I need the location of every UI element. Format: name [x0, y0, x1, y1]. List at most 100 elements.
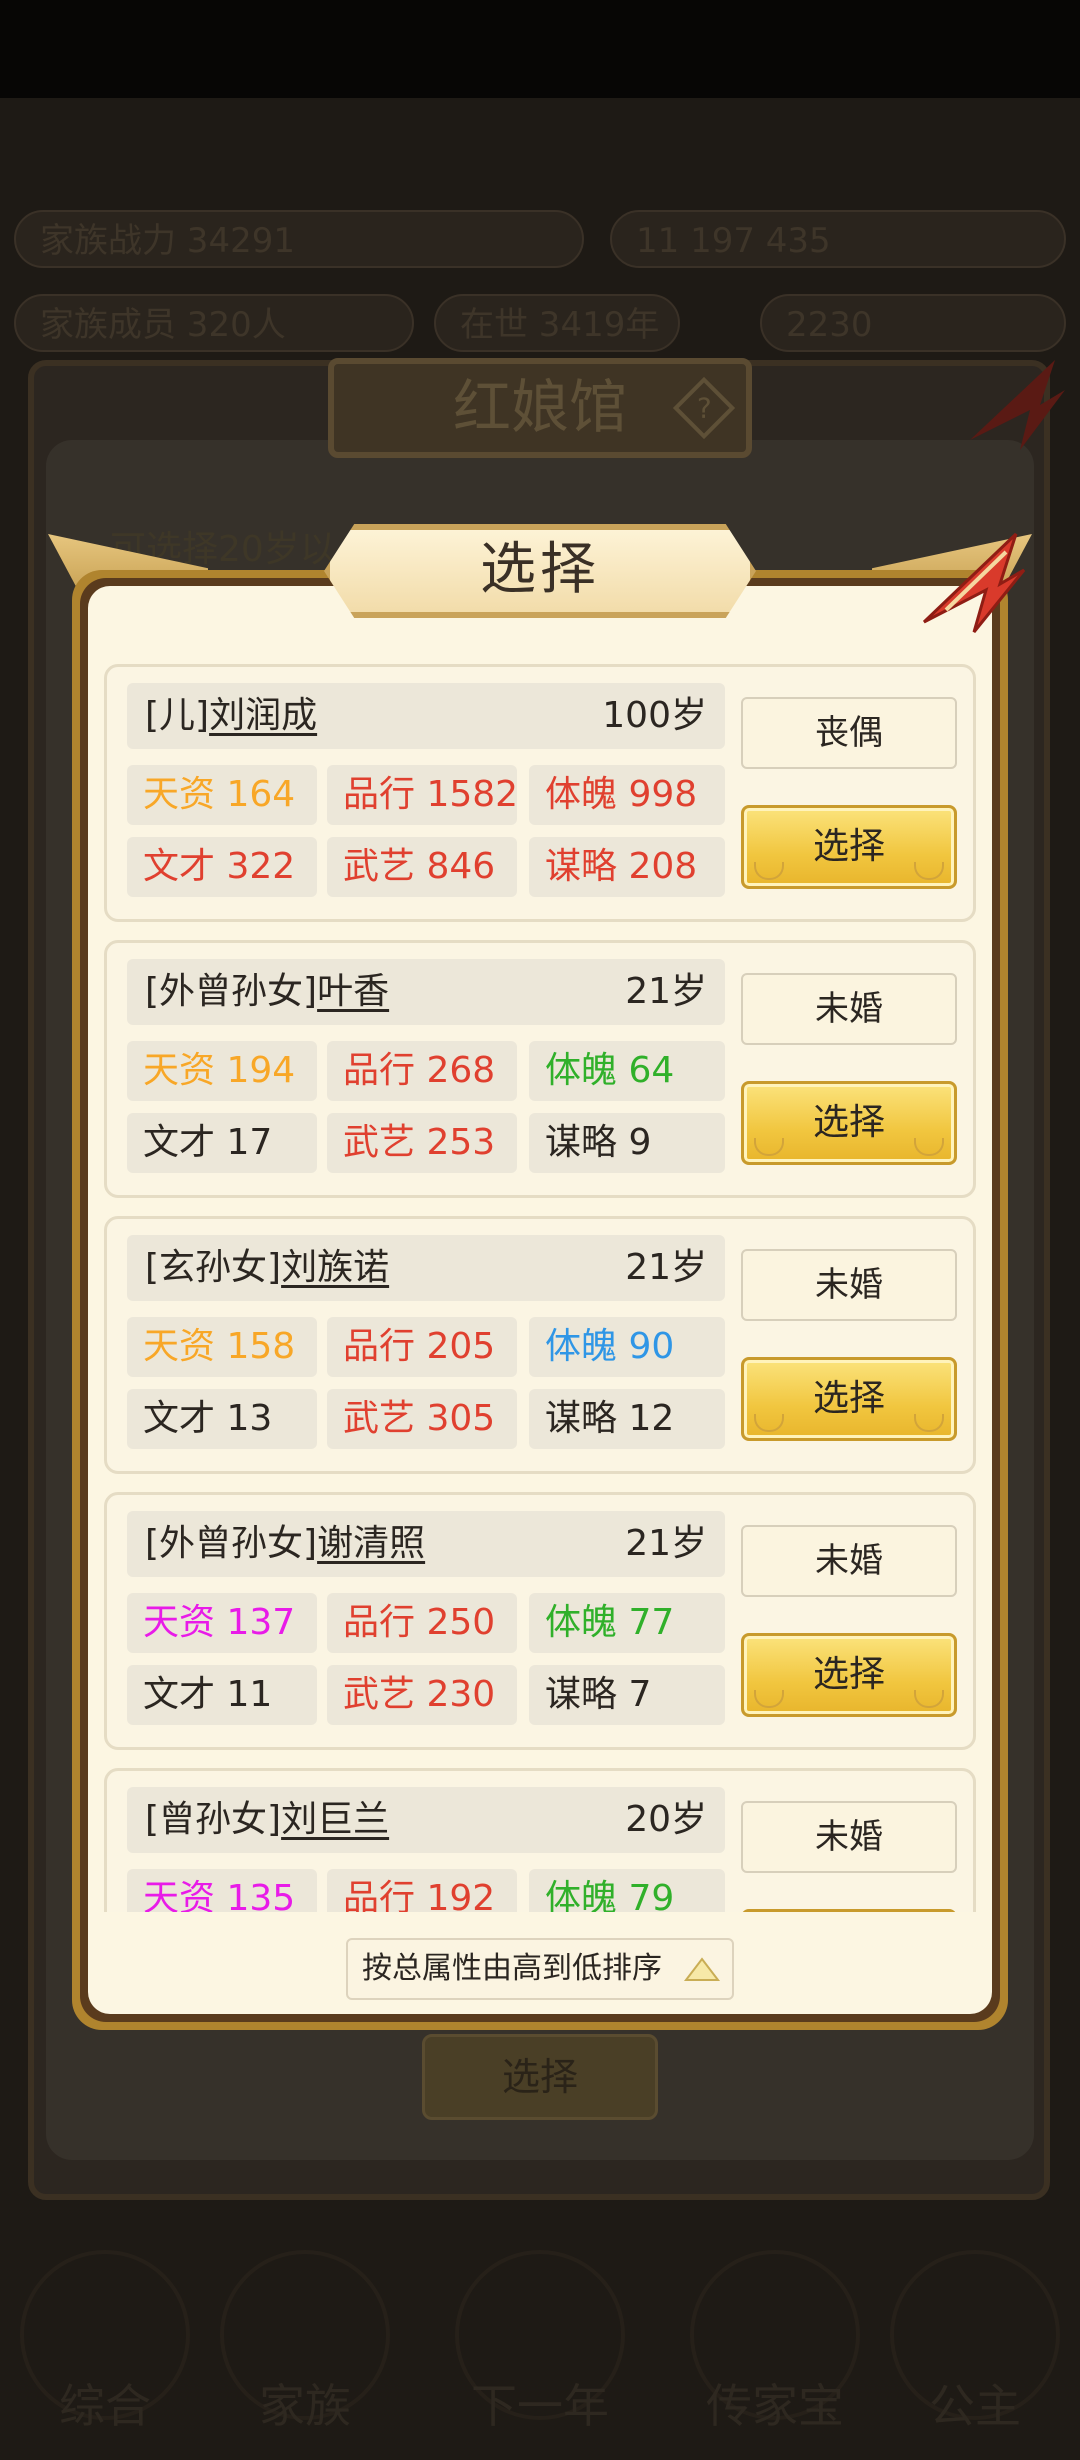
- candidate-namebar: [玄孙女]刘族诺 21岁: [127, 1235, 725, 1301]
- stat-literary: 文才 17: [127, 1113, 317, 1173]
- help-icon[interactable]: ?: [672, 376, 736, 440]
- sort-up-triangle-icon: [683, 1957, 721, 1981]
- candidate-namebar: [曾孙女]刘巨兰 20岁: [127, 1787, 725, 1853]
- candidate-relation: [外曾孙女]: [145, 971, 318, 1012]
- ornament-icon: [754, 1138, 784, 1156]
- candidate-age: 100岁: [602, 695, 707, 736]
- select-button-label: 选择: [812, 826, 885, 867]
- matchmaker-panel-title: 红娘馆 ?: [328, 358, 752, 458]
- marital-status: 未婚: [741, 1525, 957, 1597]
- stat-conduct: 品行 205: [327, 1317, 517, 1377]
- candidate-name-link[interactable]: 刘巨兰: [281, 1799, 389, 1840]
- stat-talent: 天资 135: [127, 1869, 317, 1912]
- select-button[interactable]: 选择: [741, 1081, 957, 1165]
- stat-martial: 武艺 230: [327, 1665, 517, 1725]
- candidate-card: [外曾孙女]叶香 21岁 天资 194 品行 268 体魄 64 文才 17 武…: [104, 940, 976, 1198]
- resources-stat: 11 197 435: [610, 210, 1066, 268]
- marital-status: 未婚: [741, 1249, 957, 1321]
- candidate-name-link[interactable]: 谢清照: [317, 1523, 425, 1564]
- candidate-name: [外曾孙女]谢清照: [145, 1511, 425, 1577]
- stat-strategy: 谋略 12: [529, 1389, 725, 1449]
- candidate-namebar: [外曾孙女]叶香 21岁: [127, 959, 725, 1025]
- sort-toggle-button[interactable]: 按总属性由高到低排序: [346, 1938, 734, 2000]
- stat-talent: 天资 158: [127, 1317, 317, 1377]
- stat-physique: 体魄 79: [529, 1869, 725, 1912]
- stat-physique: 体魄 77: [529, 1593, 725, 1653]
- candidate-relation: [外曾孙女]: [145, 1523, 318, 1564]
- select-button[interactable]: 选择: [741, 805, 957, 889]
- select-button[interactable]: 选择: [741, 1633, 957, 1717]
- candidate-relation: [玄孙女]: [145, 1247, 282, 1288]
- stat-talent: 天资 137: [127, 1593, 317, 1653]
- stat-martial: 武艺 846: [327, 837, 517, 897]
- stat-conduct: 品行 192: [327, 1869, 517, 1912]
- nav-item-heirloom: 传家宝: [706, 2379, 844, 2433]
- stat-martial: 武艺 305: [327, 1389, 517, 1449]
- nav-item-princess: 公主: [929, 2379, 1021, 2433]
- select-button-label: 选择: [812, 1378, 885, 1419]
- marital-status: 未婚: [741, 973, 957, 1045]
- select-button[interactable]: 选择: [741, 1909, 957, 1912]
- red-ribbon-icon: [922, 532, 1026, 633]
- marital-status: 丧偶: [741, 697, 957, 769]
- candidate-list[interactable]: [儿]刘润成 100岁 天资 164 品行 1582 体魄 998 文才 322…: [104, 664, 976, 1912]
- background-ribbon-icon: [970, 360, 1065, 450]
- candidate-name: [儿]刘润成: [145, 683, 317, 749]
- stat-conduct: 品行 1582: [327, 765, 518, 825]
- candidate-card: [儿]刘润成 100岁 天资 164 品行 1582 体魄 998 文才 322…: [104, 664, 976, 922]
- family-power-stat: 家族战力 34291: [14, 210, 584, 268]
- select-button-label: 选择: [812, 1654, 885, 1695]
- candidate-card: [外曾孙女]谢清照 21岁 天资 137 品行 250 体魄 77 文才 11 …: [104, 1492, 976, 1750]
- ornament-icon: [754, 1690, 784, 1708]
- stat-conduct: 品行 250: [327, 1593, 517, 1653]
- candidate-namebar: [外曾孙女]谢清照 21岁: [127, 1511, 725, 1577]
- nav-item-overview: 综合: [59, 2379, 151, 2433]
- candidate-age: 20岁: [625, 1799, 707, 1840]
- candidate-namebar: [儿]刘润成 100岁: [127, 683, 725, 749]
- stat-talent: 天资 164: [127, 765, 317, 825]
- candidate-name: [外曾孙女]叶香: [145, 959, 389, 1025]
- stat-strategy: 谋略 208: [529, 837, 725, 897]
- candidate-card: [玄孙女]刘族诺 21岁 天资 158 品行 205 体魄 90 文才 13 武…: [104, 1216, 976, 1474]
- candidate-age: 21岁: [625, 1523, 707, 1564]
- nav-item-next-year: 下一年: [471, 2379, 609, 2433]
- stat-physique: 体魄 64: [529, 1041, 725, 1101]
- select-button-label: 选择: [812, 1102, 885, 1143]
- modal-title: 选择: [480, 537, 600, 602]
- background-select-button: 选择: [422, 2034, 658, 2120]
- members-stat: 家族成员 320人: [14, 294, 414, 352]
- candidate-name: [玄孙女]刘族诺: [145, 1235, 389, 1301]
- years-stat: 在世 3419年: [434, 294, 680, 352]
- candidate-name: [曾孙女]刘巨兰: [145, 1787, 389, 1853]
- candidate-age: 21岁: [625, 1247, 707, 1288]
- stat-strategy: 谋略 9: [529, 1113, 725, 1173]
- stat-conduct: 品行 268: [327, 1041, 517, 1101]
- stat-martial: 武艺 253: [327, 1113, 517, 1173]
- stat-physique: 体魄 90: [529, 1317, 725, 1377]
- candidate-name-link[interactable]: 叶香: [317, 971, 389, 1012]
- select-button[interactable]: 选择: [741, 1357, 957, 1441]
- stat-literary: 文才 13: [127, 1389, 317, 1449]
- ornament-icon: [914, 862, 944, 880]
- nav-item-family: 家族: [259, 2379, 351, 2433]
- ornament-icon: [914, 1414, 944, 1432]
- sort-label: 按总属性由高到低排序: [362, 1951, 662, 1986]
- candidate-relation: [儿]: [145, 695, 210, 736]
- stat-literary: 文才 322: [127, 837, 317, 897]
- candidate-card: [曾孙女]刘巨兰 20岁 天资 135 品行 192 体魄 79 未婚 选择: [104, 1768, 976, 1912]
- candidate-age: 21岁: [625, 971, 707, 1012]
- candidate-name-link[interactable]: 刘润成: [209, 695, 317, 736]
- stat-physique: 体魄 998: [529, 765, 725, 825]
- stat-strategy: 谋略 7: [529, 1665, 725, 1725]
- currency-stat: 2230: [760, 294, 1066, 352]
- stat-talent: 天资 194: [127, 1041, 317, 1101]
- panel-title-text: 红娘馆: [452, 373, 627, 441]
- ornament-icon: [914, 1690, 944, 1708]
- candidate-name-link[interactable]: 刘族诺: [281, 1247, 389, 1288]
- candidate-relation: [曾孙女]: [145, 1799, 282, 1840]
- marital-status: 未婚: [741, 1801, 957, 1873]
- ornament-icon: [754, 862, 784, 880]
- stat-literary: 文才 11: [127, 1665, 317, 1725]
- ornament-icon: [754, 1414, 784, 1432]
- ornament-icon: [914, 1138, 944, 1156]
